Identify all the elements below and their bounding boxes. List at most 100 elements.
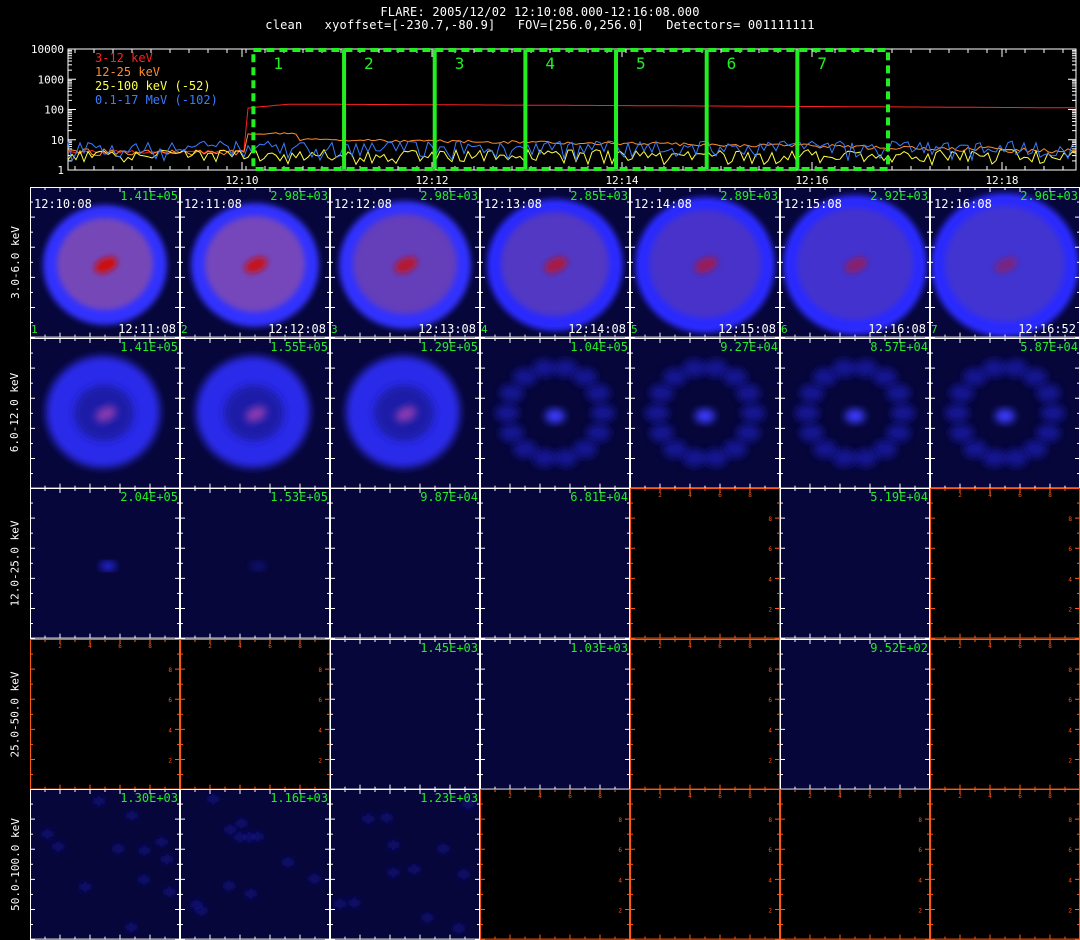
noise-blob	[139, 846, 150, 855]
axis-tick-label: 2	[1068, 757, 1072, 764]
axis-tick-label: 6	[1018, 643, 1022, 650]
noise-blob	[1003, 448, 1028, 467]
noise-blob	[453, 924, 464, 933]
noise-blob	[682, 358, 707, 377]
counts-label: 2.89E+03	[720, 189, 778, 203]
start-time-label: 12:16:08	[934, 197, 992, 211]
plot-title-flare: FLARE: 2005/12/02 12:10:08.000-12:16:08.…	[380, 5, 700, 19]
axis-tick-label: 4	[1068, 577, 1072, 584]
axis-tick-label: 2	[808, 793, 812, 800]
axis-tick-label: 8	[1068, 818, 1072, 825]
interval-index-label: 1	[31, 322, 38, 336]
start-time-label: 12:12:08	[334, 197, 392, 211]
noise-blob	[156, 838, 167, 847]
image-panel	[330, 789, 480, 940]
axis-tick-label: 8	[318, 667, 322, 674]
axis-tick-label: 4	[88, 643, 92, 650]
counts-label: 1.45E+03	[420, 640, 478, 655]
noise-blob	[949, 423, 974, 442]
counts-label: 6.81E+04	[570, 490, 628, 505]
start-time-label: 12:15:08	[784, 197, 842, 211]
noise-blob	[532, 358, 557, 377]
empty-panel-bg	[930, 488, 1080, 639]
image-cell: 2 2 4 4 6 6 8 8	[30, 638, 180, 790]
noise-blob	[499, 383, 524, 402]
counts-label: 1.04E+05	[570, 339, 628, 354]
image-panel	[30, 789, 180, 940]
image-cell: 2 2 4 4 6 6 8 8	[630, 789, 780, 940]
source-core	[100, 562, 116, 571]
noise-blob	[795, 403, 819, 422]
image-cell: 2 2 4 4 6 6 8 8	[930, 789, 1080, 940]
y-tick-label: 10000	[31, 43, 64, 56]
interval-index-label: 6	[781, 322, 788, 336]
axis-tick-label: 2	[958, 643, 962, 650]
image-cell: 2.92E+03 12:15:08 12:16:08 6	[780, 187, 930, 338]
axis-tick-label: 4	[768, 727, 772, 734]
axis-tick-label: 4	[318, 727, 322, 734]
end-time-label: 12:12:08	[268, 321, 326, 336]
image-panel	[330, 337, 480, 489]
source-core	[545, 408, 565, 423]
noise-blob	[80, 883, 91, 892]
noise-blob	[649, 383, 674, 402]
image-cell: 2 2 4 4 6 6 8 8	[180, 638, 330, 790]
energy-band-label: 50.0-100.0 keV	[0, 789, 30, 940]
legend-0.1-17-mev: 0.1-17 MeV (-102)	[95, 93, 218, 107]
image-panel	[480, 337, 630, 489]
noise-blob	[458, 870, 469, 879]
axis-tick-label: 4	[768, 577, 772, 584]
end-time-label: 12:14:08	[568, 321, 626, 336]
axis-tick-label: 4	[988, 793, 992, 800]
noise-blob	[891, 403, 915, 422]
end-time-label: 12:16:52	[1018, 321, 1076, 336]
counts-label: 2.92E+03	[870, 189, 928, 203]
counts-label: 1.23E+03	[420, 791, 478, 806]
noise-blob	[663, 439, 688, 458]
axis-tick-label: 8	[768, 516, 772, 523]
noise-blob	[572, 367, 597, 386]
counts-label: 1.29E+05	[420, 339, 478, 354]
x-tick-label: 12:12	[415, 174, 448, 186]
noise-blob	[252, 832, 263, 841]
noise-blob	[53, 842, 64, 851]
axis-tick-label: 4	[688, 492, 692, 499]
image-cell: 2.96E+03 12:16:08 12:16:52 7	[930, 187, 1080, 338]
start-time-label: 12:13:08	[484, 197, 542, 211]
interval-number: 6	[727, 54, 737, 73]
panel-bg	[330, 789, 480, 940]
interval-index-label: 5	[631, 322, 638, 336]
noise-blob	[741, 403, 765, 422]
axis-tick-label: 4	[688, 793, 692, 800]
axis-tick-label: 6	[768, 546, 772, 553]
interval-index-label: 3	[331, 322, 338, 336]
image-cell: 1.45E+03	[330, 638, 480, 790]
interval-number: 4	[545, 54, 555, 73]
x-tick-label: 12:14	[605, 174, 638, 186]
axis-tick-label: 8	[768, 818, 772, 825]
noise-blob	[832, 358, 857, 377]
noise-blob	[799, 383, 824, 402]
image-panel	[630, 337, 780, 489]
image-cell: 1.41E+05 12:10:08 12:11:08 1	[30, 187, 180, 338]
axis-tick-label: 8	[748, 793, 752, 800]
energy-band-text: 3.0-6.0 keV	[8, 225, 22, 299]
axis-tick-label: 2	[658, 643, 662, 650]
axis-tick-label: 6	[568, 793, 572, 800]
panel-bg	[780, 638, 930, 790]
image-cell: 1.29E+05	[330, 337, 480, 489]
image-cell: 2 2 4 4 6 6 8 8	[630, 638, 780, 790]
axis-tick-label: 6	[1018, 793, 1022, 800]
energy-band-text: 12.0-25.0 keV	[8, 520, 22, 607]
image-panel	[330, 488, 480, 639]
noise-blob	[886, 383, 911, 402]
noise-blob	[126, 811, 137, 820]
image-cell: 2.98E+03 12:11:08 12:12:08 2	[180, 187, 330, 338]
image-panel: 2 2 4 4 6 6 8 8	[480, 789, 630, 940]
image-panel	[780, 638, 930, 790]
axis-tick-label: 6	[718, 643, 722, 650]
noise-blob	[645, 403, 669, 422]
noise-blob	[591, 403, 615, 422]
axis-tick-label: 4	[688, 643, 692, 650]
noise-blob	[409, 865, 420, 874]
